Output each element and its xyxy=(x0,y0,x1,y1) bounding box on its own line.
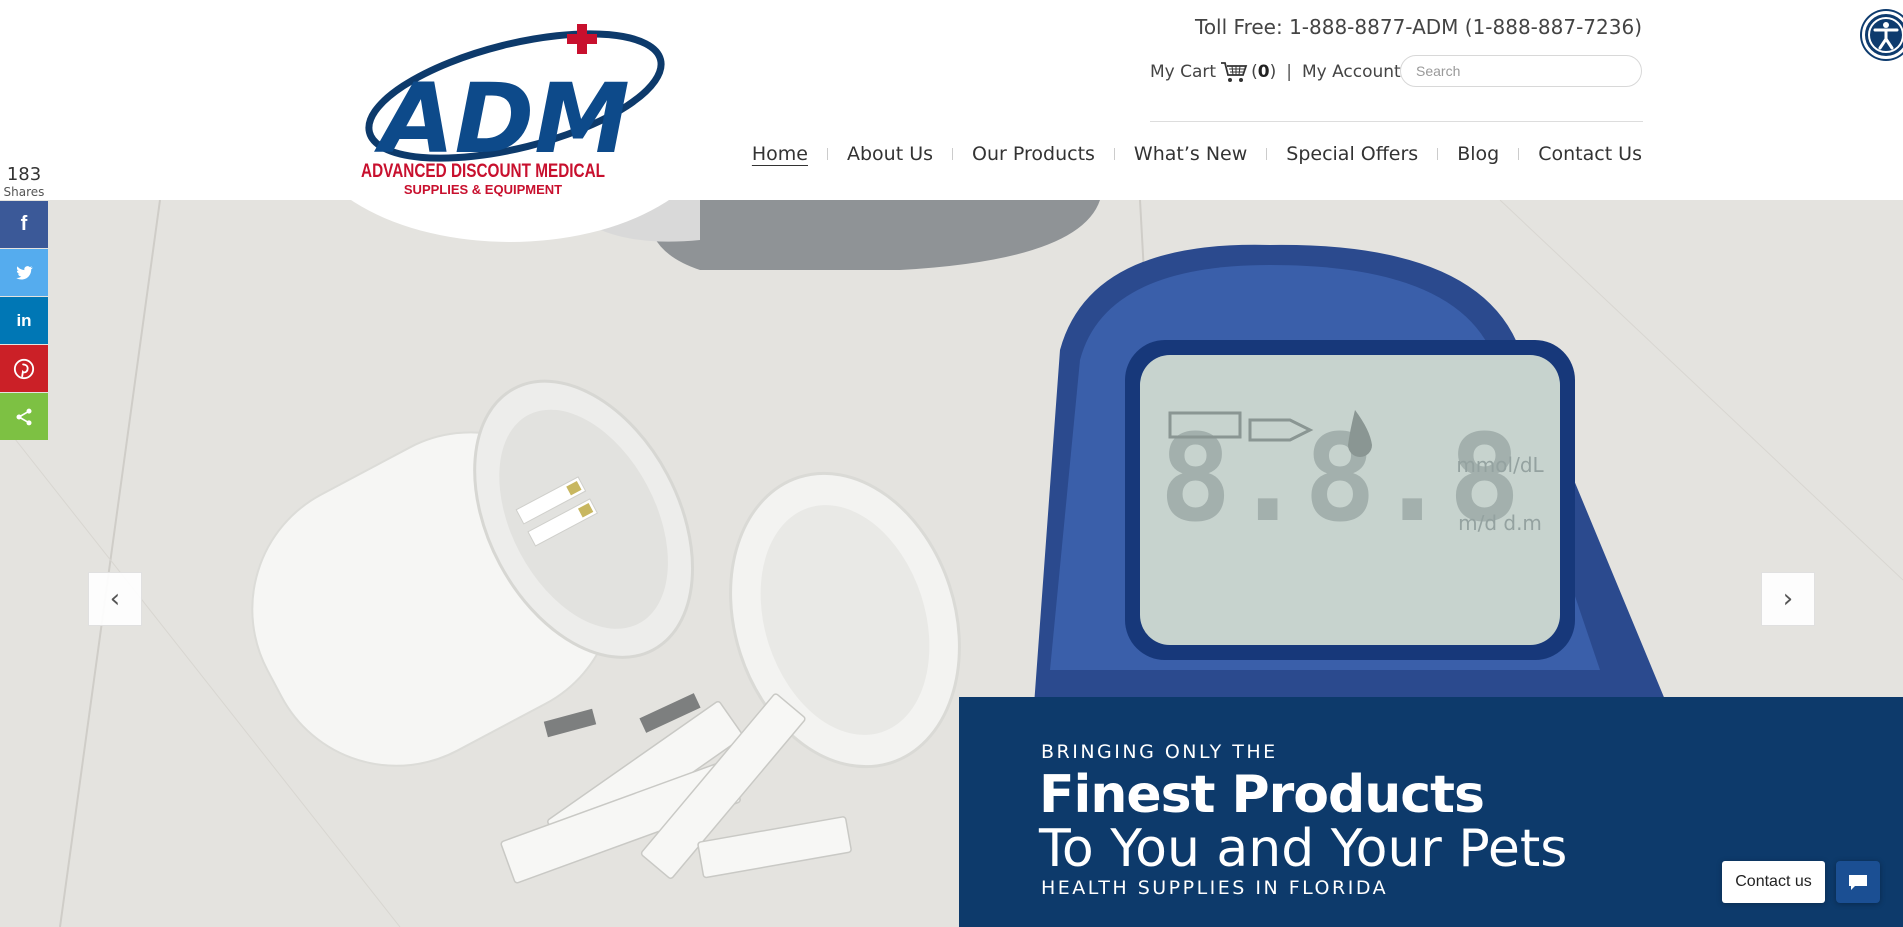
linkedin-icon: in xyxy=(16,310,32,330)
share-icon xyxy=(16,408,32,425)
share-counter: 183 Shares xyxy=(0,164,48,200)
cart-close-paren: ) xyxy=(1269,62,1277,82)
facebook-share-button[interactable]: f xyxy=(0,201,48,248)
meter-units-2: m/d d.m xyxy=(1458,511,1542,535)
chevron-left-icon: ‹ xyxy=(109,584,121,614)
tollfree-phone[interactable]: Toll Free: 1-888-8877-ADM (1-888-887-723… xyxy=(1195,15,1642,39)
logo-text: ADM xyxy=(373,63,630,175)
slider-next-button[interactable]: › xyxy=(1761,572,1815,626)
generic-share-button[interactable] xyxy=(0,393,48,440)
promo-eyebrow: BRINGING ONLY THE xyxy=(1041,741,1278,763)
cart-open-paren: ( xyxy=(1251,62,1258,82)
cart-count: 0 xyxy=(1257,62,1270,82)
linkedin-share-button[interactable]: in xyxy=(0,297,48,344)
accessibility-icon[interactable] xyxy=(1862,11,1903,59)
cart-icon[interactable] xyxy=(1220,60,1248,84)
logo-line1: ADVANCED DISCOUNT MEDICAL xyxy=(361,161,605,182)
my-account-link[interactable]: My Account xyxy=(1302,62,1401,82)
twitter-share-button[interactable] xyxy=(0,249,48,296)
promo-headline: Finest Products xyxy=(1039,765,1485,825)
header-separator: | xyxy=(1286,62,1292,82)
pinterest-icon xyxy=(13,358,35,379)
twitter-icon xyxy=(16,265,33,279)
nav-whats-new[interactable]: What’s New xyxy=(1115,143,1266,165)
account-row: My Cart (0) | My Account xyxy=(1150,55,1401,89)
promo-tagline: HEALTH SUPPLIES IN FLORIDA xyxy=(1041,877,1389,899)
site-header: Toll Free: 1-888-8877-ADM (1-888-887-723… xyxy=(0,0,1903,200)
logo-line2: SUPPLIES & EQUIPMENT xyxy=(404,182,562,197)
meter-units: mmol/dL xyxy=(1456,453,1544,477)
adm-logo[interactable]: ADM ADVANCED DISCOUNT MEDICAL SUPPLIES &… xyxy=(355,24,665,204)
main-nav: Home About Us Our Products What’s New Sp… xyxy=(733,143,1642,165)
chat-icon xyxy=(1849,875,1867,890)
hero-slider: 8.8.8 mmol/dL m/d d.m ‹ › BRINGING ONLY … xyxy=(0,200,1903,927)
cart-label[interactable]: My Cart xyxy=(1150,62,1216,82)
header-divider xyxy=(1150,121,1643,122)
facebook-icon: f xyxy=(20,213,28,235)
contact-us-chip[interactable]: Contact us xyxy=(1722,861,1825,903)
share-label: Shares xyxy=(3,185,45,199)
promo-subheadline: To You and Your Pets xyxy=(1039,819,1568,879)
chat-button[interactable] xyxy=(1836,861,1880,903)
share-count: 183 xyxy=(6,164,42,185)
chevron-right-icon: › xyxy=(1782,584,1794,614)
nav-about-us[interactable]: About Us xyxy=(828,143,952,165)
nav-home[interactable]: Home xyxy=(733,143,827,165)
search-input[interactable]: Search xyxy=(1400,55,1642,87)
nav-special-offers[interactable]: Special Offers xyxy=(1267,143,1437,165)
pinterest-share-button[interactable] xyxy=(0,345,48,392)
nav-our-products[interactable]: Our Products xyxy=(953,143,1114,165)
nav-blog[interactable]: Blog xyxy=(1438,143,1518,165)
nav-contact-us[interactable]: Contact Us xyxy=(1519,143,1642,165)
slider-prev-button[interactable]: ‹ xyxy=(88,572,142,626)
